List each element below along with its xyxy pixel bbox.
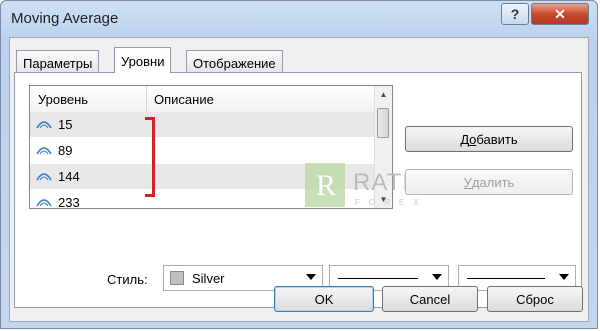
level-description[interactable] — [148, 138, 376, 164]
watermark-subtext: FOREX — [355, 198, 428, 207]
column-description[interactable]: Описание — [154, 92, 214, 107]
delete-button-post: далить — [471, 174, 515, 190]
tab-display[interactable]: Отображение — [186, 50, 283, 72]
level-value: 15 — [58, 117, 73, 132]
level-curve-icon — [36, 121, 52, 129]
add-button-post: бавить — [476, 131, 518, 147]
color-swatch — [170, 271, 184, 285]
chevron-down-icon — [559, 274, 569, 280]
levels-panel: Уровень Описание 15 89 144 233 ▲ ▼ R FOR… — [14, 72, 582, 308]
chevron-down-icon — [306, 274, 316, 280]
help-icon: ? — [510, 6, 520, 22]
add-button-pre: Д — [460, 131, 470, 147]
title-bar[interactable]: Moving Average ? ✕ — [1, 1, 597, 37]
scroll-up-icon[interactable]: ▲ — [375, 86, 392, 103]
tab-levels[interactable]: Уровни — [114, 47, 172, 73]
level-value: 89 — [58, 143, 73, 158]
style-label: Стиль: — [107, 272, 148, 287]
annotation-bracket — [145, 117, 155, 197]
ok-button[interactable]: OK — [274, 286, 374, 312]
column-divider[interactable] — [146, 86, 147, 112]
add-button[interactable]: До бавить — [405, 126, 573, 152]
level-curve-icon — [36, 147, 52, 155]
help-button[interactable]: ? — [501, 3, 529, 25]
level-description[interactable] — [148, 112, 376, 138]
reset-button[interactable]: Сброс — [487, 286, 583, 312]
color-name: Silver — [192, 271, 225, 286]
chevron-down-icon — [432, 274, 442, 280]
close-button[interactable]: ✕ — [531, 3, 589, 25]
level-curve-icon — [36, 173, 52, 181]
level-row[interactable]: 15 — [30, 112, 376, 138]
column-level[interactable]: Уровень — [38, 92, 88, 107]
delete-button[interactable]: Удалить — [405, 169, 573, 195]
delete-button-accel: У — [463, 174, 472, 190]
dialog-client-area: Параметры Уровни Отображение Уровень Опи… — [9, 37, 589, 322]
level-row[interactable]: 89 — [30, 138, 376, 164]
scroll-thumb[interactable] — [377, 108, 389, 138]
window-title: Moving Average — [11, 10, 119, 27]
levels-list-header: Уровень Описание — [30, 86, 376, 113]
level-curve-icon — [36, 199, 52, 207]
line-width-sample — [467, 278, 545, 279]
tab-parameters[interactable]: Параметры — [16, 50, 100, 72]
level-value: 144 — [58, 169, 80, 184]
cancel-button[interactable]: Cancel — [382, 286, 478, 312]
close-icon: ✕ — [554, 5, 566, 22]
level-value: 233 — [58, 195, 80, 209]
add-button-accel: о — [469, 131, 477, 147]
moving-average-dialog: Moving Average ? ✕ Параметры Уровни Отоб… — [0, 0, 598, 329]
line-style-sample — [338, 278, 418, 279]
watermark-letter: R — [316, 169, 337, 202]
